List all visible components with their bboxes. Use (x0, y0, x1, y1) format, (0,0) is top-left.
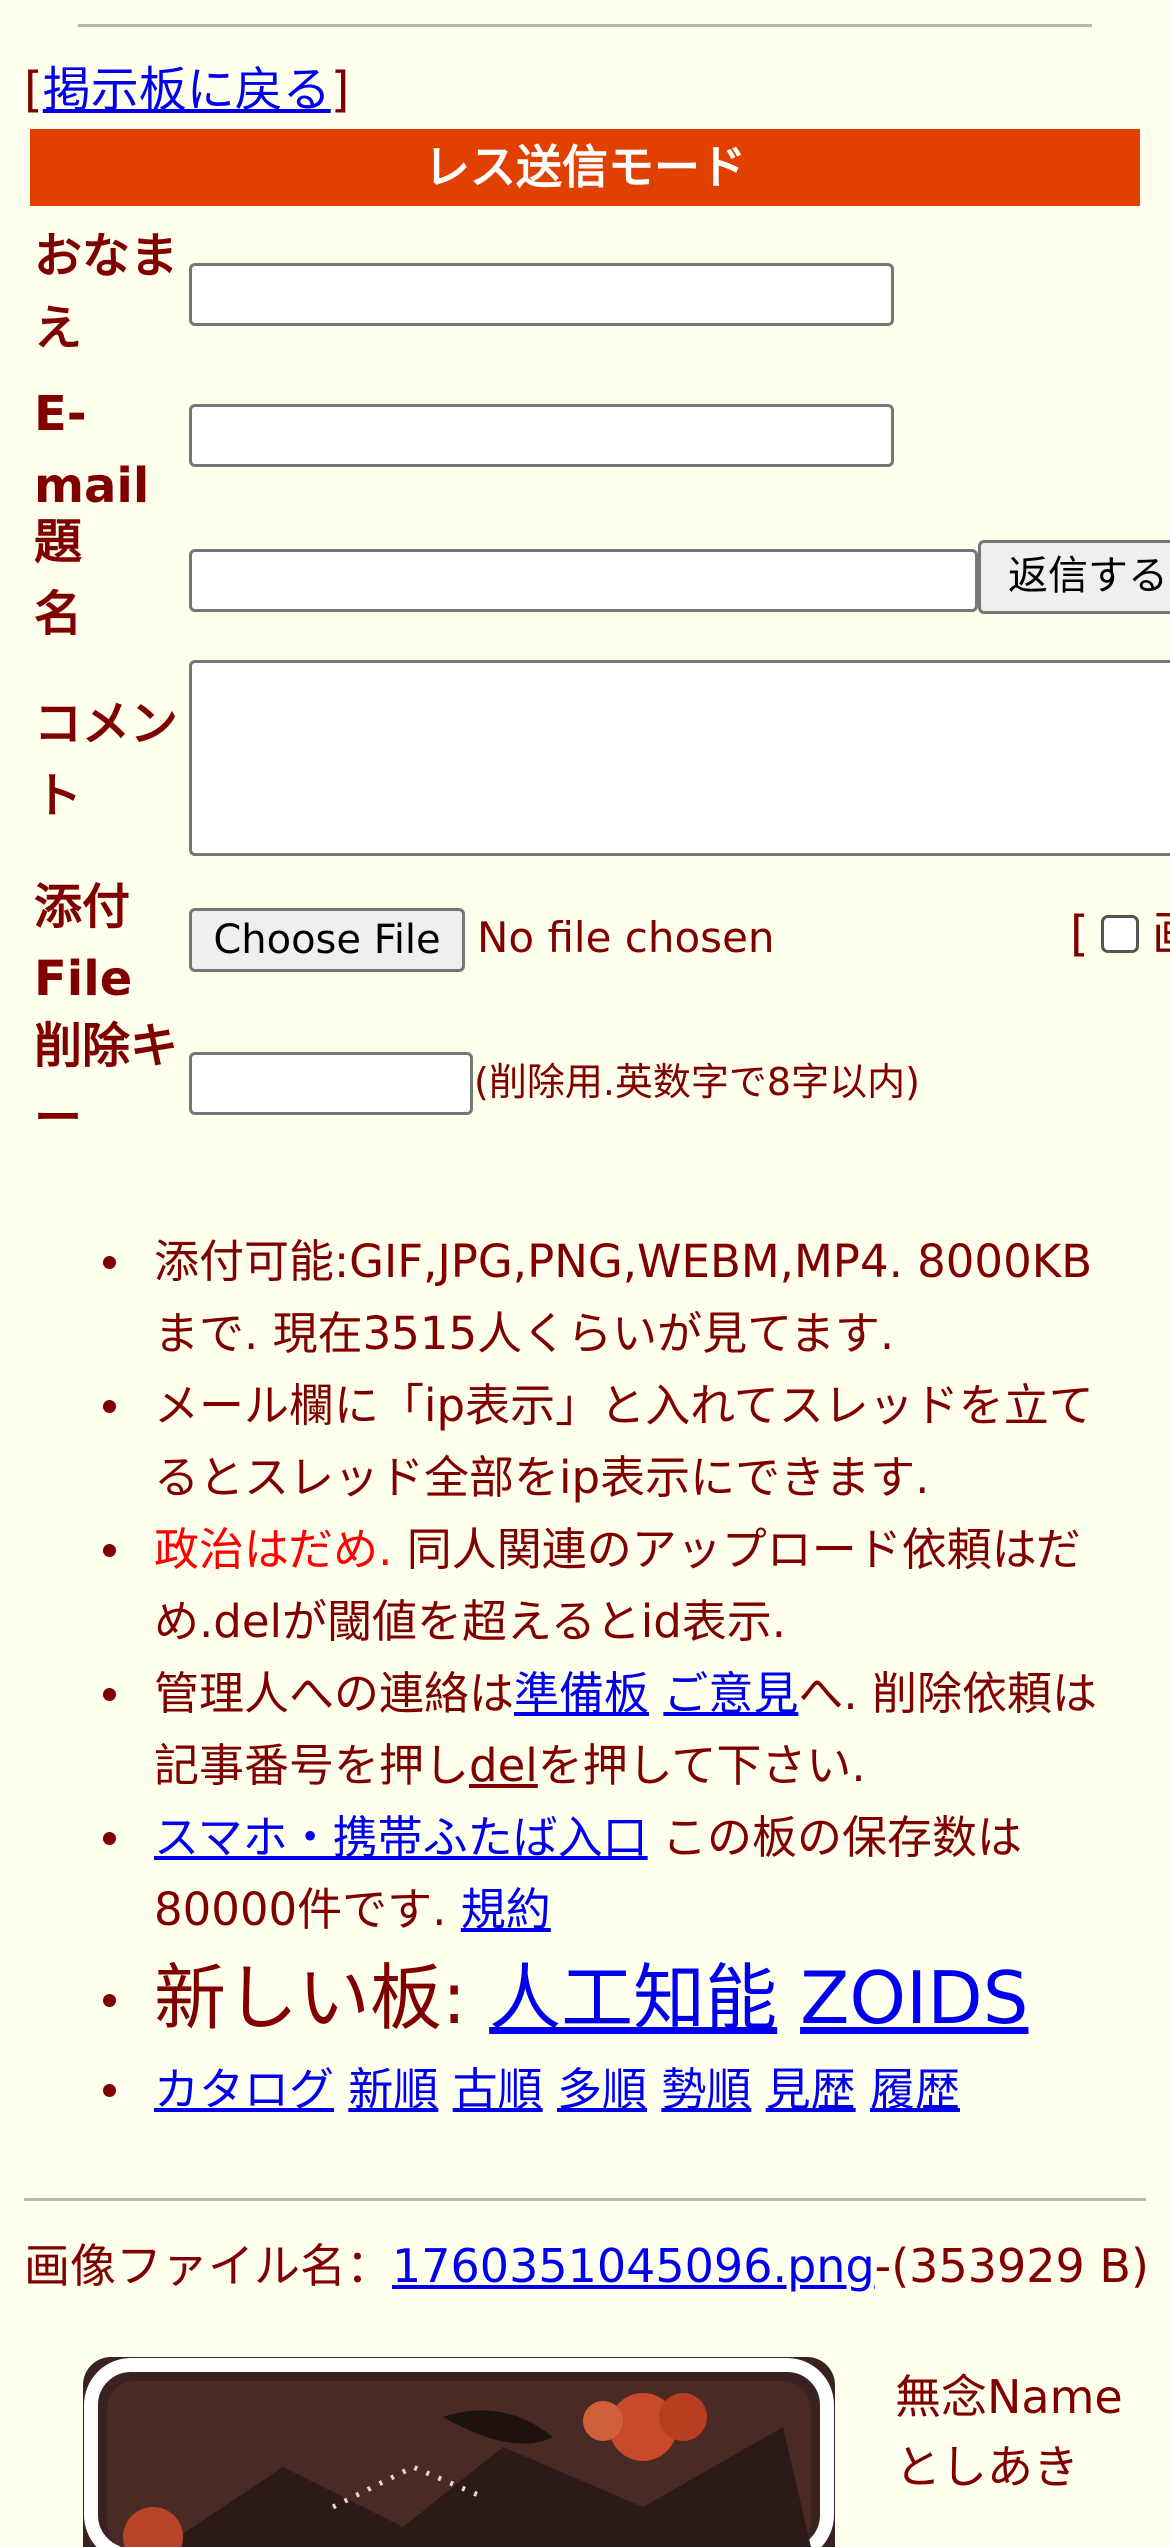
subject-label: 題名 (34, 514, 83, 642)
history-link[interactable]: 履歴 (870, 2063, 960, 2116)
no-file-status: No file chosen (477, 913, 775, 962)
sort-new-link[interactable]: 新順 (348, 2063, 438, 2116)
list-item: 政治はだめ. 同人関連のアップロード依頼はだめ.delが閾値を超えるとid表示. (0, 1514, 1170, 1658)
name-label: おなまえ (34, 228, 179, 356)
list-item: カタログ 新順 古順 多順 勢順 見歴 履歴 (0, 2054, 1170, 2126)
image-file-info: 画像ファイル名：1760351045096.png-(353929 B) (24, 2239, 1149, 2293)
image-option-checkbox[interactable] (1101, 915, 1139, 953)
prep-board-link[interactable]: 準備板 (514, 1667, 649, 1720)
choose-file-button[interactable]: Choose File (189, 908, 465, 972)
name-input[interactable] (189, 263, 894, 326)
poster-handle: としあき (895, 2440, 1079, 2494)
reply-submit-button[interactable]: 返信する (978, 540, 1170, 614)
image-option-label: 画 (1152, 902, 1170, 966)
ai-board-link[interactable]: 人工知能 (489, 1956, 777, 2040)
view-history-link[interactable]: 見歴 (766, 2063, 856, 2116)
delete-key-input[interactable] (189, 1052, 473, 1115)
board-info-list: 添付可能:GIF,JPG,PNG,WEBM,MP4. 8000KBまで. 現在3… (0, 1226, 1170, 2126)
zoids-board-link[interactable]: ZOIDS (800, 1956, 1028, 2040)
sort-many-link[interactable]: 多順 (557, 2063, 647, 2116)
list-item: 新しい板: 人工知能 ZOIDS (0, 1946, 1170, 2050)
post-thumbnail-image[interactable] (83, 2357, 835, 2547)
poster-name: 無念Name (895, 2370, 1123, 2424)
list-item: 添付可能:GIF,JPG,PNG,WEBM,MP4. 8000KBまで. 現在3… (0, 1226, 1170, 1370)
list-item: メール欄に「ip表示」と入れてスレッドを立てるとスレッド全部をip表示にできます… (0, 1370, 1170, 1514)
email-label: E-mail (34, 386, 150, 514)
sort-old-link[interactable]: 古順 (453, 2063, 543, 2116)
sort-momentum-link[interactable]: 勢順 (661, 2063, 751, 2116)
terms-link[interactable]: 規約 (461, 1883, 551, 1936)
section-divider (24, 2198, 1146, 2201)
back-nav: [掲示板に戻る] (24, 62, 350, 118)
delete-key-label: 削除キー (34, 1018, 179, 1146)
list-item: 管理人への連絡は準備板 ご意見へ. 削除依頼は記事番号を押しdelを押して下さい… (0, 1658, 1170, 1802)
politics-warning: 政治はだめ. (154, 1523, 393, 1576)
file-label: 添付File (34, 879, 133, 1007)
delete-key-note: (削除用.英数字で8字以内) (474, 1060, 920, 1104)
comment-textarea[interactable] (189, 660, 1170, 856)
del-link[interactable]: del (469, 1739, 538, 1792)
top-divider (78, 24, 1092, 27)
list-item: スマホ・携帯ふたば入口 この板の保存数は80000件です. 規約 (0, 1802, 1170, 1946)
mobile-entry-link[interactable]: スマホ・携帯ふたば入口 (154, 1811, 648, 1864)
comment-label: コメント (34, 696, 179, 824)
image-file-link[interactable]: 1760351045096.png (392, 2239, 875, 2293)
back-to-board-link[interactable]: 掲示板に戻る (43, 62, 331, 118)
email-input[interactable] (189, 404, 894, 467)
poster-info: 無念Name としあき (895, 2362, 1123, 2502)
catalog-link[interactable]: カタログ (154, 2063, 334, 2116)
reply-mode-banner: レス送信モード (30, 129, 1140, 206)
feedback-link[interactable]: ご意見 (663, 1667, 798, 1720)
thumbnail-art (83, 2357, 835, 2547)
subject-input[interactable] (189, 549, 978, 612)
